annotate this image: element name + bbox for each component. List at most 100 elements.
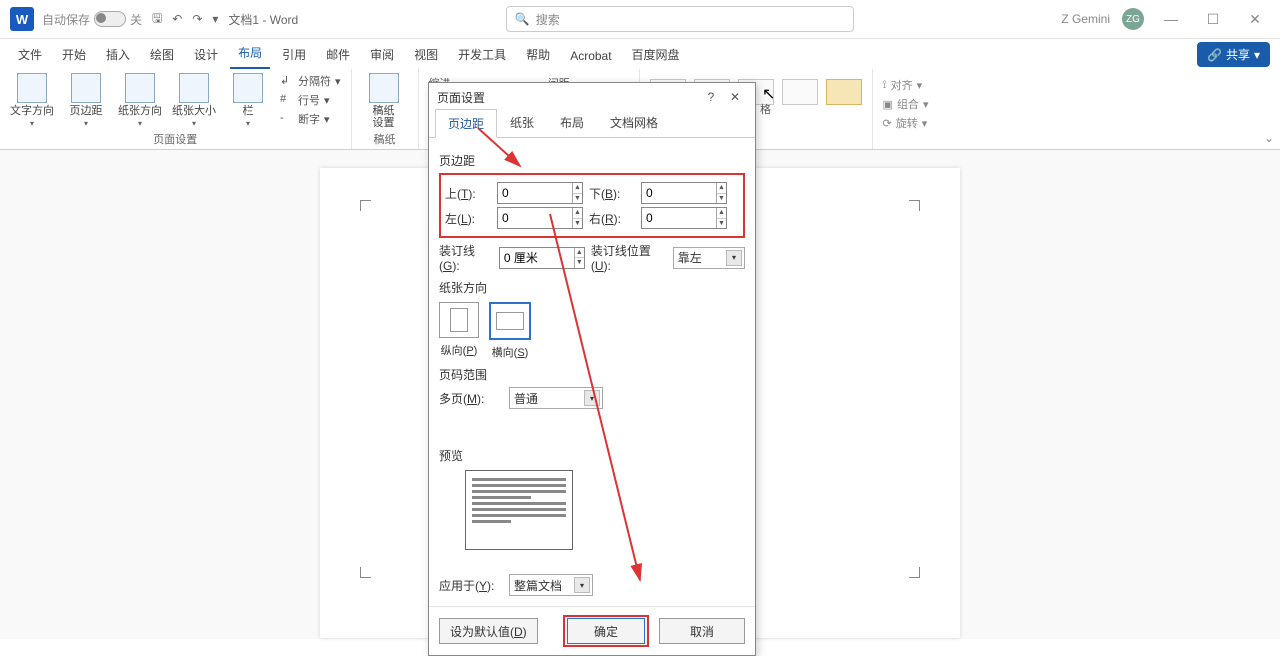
tab-mailings[interactable]: 邮件 (318, 40, 358, 69)
breaks-button[interactable]: ↲分隔符 ▾ (280, 73, 341, 89)
page-setup-group-label: 页面设置 (10, 131, 341, 147)
collapse-ribbon-icon[interactable]: ⌄ (1264, 131, 1274, 145)
orientation-button[interactable]: 纸张方向▾ (118, 73, 162, 128)
selection-pane-button[interactable] (826, 79, 862, 105)
dialog-footer: 设为默认值(D) 确定 取消 (429, 606, 755, 655)
group-objects-button[interactable]: ▣组合 ▾ (883, 96, 929, 112)
dialog-close-button[interactable]: ✕ (723, 90, 747, 104)
spinner-down-icon[interactable]: ▼ (717, 194, 726, 204)
gutter-value[interactable] (500, 248, 574, 268)
tab-insert[interactable]: 插入 (98, 40, 138, 69)
tab-design[interactable]: 设计 (186, 40, 226, 69)
tab-view[interactable]: 视图 (406, 40, 446, 69)
line-numbers-label: 行号 (298, 92, 320, 108)
cancel-button[interactable]: 取消 (659, 618, 745, 644)
group-objects-label: 组合 (897, 96, 919, 112)
title-bar: W 自动保存 关 🖫 ↶ ↷ ▾ 文档1 - Word 🔍 搜索 Z Gemin… (0, 0, 1280, 39)
chevron-down-icon: ▾ (324, 94, 330, 107)
spinner-up-icon[interactable]: ▲ (573, 208, 582, 219)
orientation-portrait-label: 纵向(P) (441, 342, 478, 358)
tab-home[interactable]: 开始 (54, 40, 94, 69)
chevron-down-icon: ▾ (324, 113, 330, 126)
user-avatar[interactable]: ZG (1122, 8, 1144, 30)
margin-top-value[interactable] (498, 183, 572, 203)
tab-review[interactable]: 审阅 (362, 40, 402, 69)
mouse-cursor-icon: ↖ (762, 84, 775, 104)
undo-icon[interactable]: ↶ (172, 12, 182, 26)
gutter-pos-label: 装订线位置(U): (591, 242, 667, 273)
dialog-help-button[interactable]: ? (699, 90, 723, 104)
spinner-down-icon[interactable]: ▼ (573, 194, 582, 204)
orientation-options: 纵向(P) 横向(S) (439, 302, 745, 360)
share-button[interactable]: 🔗 共享 ▾ (1197, 42, 1270, 67)
align-icon: ⟟ (883, 79, 887, 92)
line-numbers-button[interactable]: #行号 ▾ (280, 92, 341, 108)
margin-bottom-input[interactable]: ▲▼ (641, 182, 727, 204)
columns-button[interactable]: 栏▾ (226, 73, 270, 128)
chevron-down-icon[interactable]: ▾ (574, 577, 590, 593)
minimize-button[interactable]: — (1156, 11, 1186, 27)
maximize-button[interactable]: ☐ (1198, 11, 1228, 28)
spinner-down-icon[interactable]: ▼ (575, 258, 584, 268)
set-default-button[interactable]: 设为默认值(D) (439, 618, 538, 644)
margins-button[interactable]: 页边距▾ (64, 73, 108, 128)
tab-baidu[interactable]: 百度网盘 (624, 40, 688, 69)
orientation-label: 纸张方向 (118, 105, 162, 117)
dialog-tab-layout[interactable]: 布局 (547, 108, 597, 137)
apply-to-value: 整篇文档 (514, 577, 562, 594)
apply-to-select[interactable]: 整篇文档 ▾ (509, 574, 593, 596)
gutter-pos-select[interactable]: 靠左▾ (673, 247, 745, 269)
send-backward-button[interactable] (782, 79, 818, 105)
autosave-switch-icon[interactable] (94, 11, 126, 27)
margin-right-value[interactable] (642, 208, 716, 228)
share-label: 共享 (1226, 46, 1250, 63)
autosave-toggle[interactable]: 自动保存 关 (42, 11, 142, 28)
tab-developer[interactable]: 开发工具 (450, 40, 514, 69)
rotate-button[interactable]: ⟳旋转 ▾ (883, 115, 929, 131)
margin-right-input[interactable]: ▲▼ (641, 207, 727, 229)
save-icon[interactable]: 🖫 (152, 9, 162, 30)
multipage-select[interactable]: 普通▾ (509, 387, 603, 409)
dialog-tab-margins[interactable]: 页边距 (435, 109, 497, 138)
tab-file[interactable]: 文件 (10, 40, 50, 69)
group-arrange: ⟟对齐 ▾ ▣组合 ▾ ⟳旋转 ▾ (873, 69, 939, 149)
margin-bottom-value[interactable] (642, 183, 716, 203)
word-app-icon: W (10, 7, 34, 31)
tab-acrobat[interactable]: Acrobat (562, 43, 619, 69)
spinner-up-icon[interactable]: ▲ (575, 248, 584, 259)
margin-corner-icon (360, 567, 371, 578)
search-box[interactable]: 🔍 搜索 (506, 6, 854, 32)
manuscript-button[interactable]: 稿纸 设置 (362, 73, 406, 129)
size-button[interactable]: 纸张大小▾ (172, 73, 216, 128)
ok-button[interactable]: 确定 (567, 618, 645, 644)
spinner-down-icon[interactable]: ▼ (573, 219, 582, 229)
hyphenation-button[interactable]: -断字 ▾ (280, 111, 341, 127)
chevron-down-icon[interactable]: ▾ (584, 390, 600, 406)
margin-top-input[interactable]: ▲▼ (497, 182, 583, 204)
gutter-input[interactable]: ▲▼ (499, 247, 585, 269)
spinner-up-icon[interactable]: ▲ (717, 208, 726, 219)
margin-left-input[interactable]: ▲▼ (497, 207, 583, 229)
orientation-portrait[interactable]: 纵向(P) (439, 302, 479, 360)
chevron-down-icon[interactable]: ▾ (726, 250, 742, 266)
margin-left-value[interactable] (498, 208, 572, 228)
align-button[interactable]: ⟟对齐 ▾ (883, 77, 929, 93)
spinner-up-icon[interactable]: ▲ (573, 183, 582, 194)
margins-icon (71, 73, 101, 103)
tab-layout[interactable]: 布局 (230, 38, 270, 69)
spinner-down-icon[interactable]: ▼ (717, 219, 726, 229)
dialog-tab-paper[interactable]: 纸张 (497, 108, 547, 137)
redo-icon[interactable]: ↷ (192, 12, 202, 26)
tab-references[interactable]: 引用 (274, 40, 314, 69)
dialog-tab-grid[interactable]: 文档网格 (597, 108, 671, 137)
qat-more-icon[interactable]: ▾ (212, 12, 218, 26)
spinner-up-icon[interactable]: ▲ (717, 183, 726, 194)
margin-corner-icon (909, 567, 920, 578)
text-direction-button[interactable]: 文字方向▾ (10, 73, 54, 128)
close-button[interactable]: ✕ (1240, 11, 1270, 28)
tab-help[interactable]: 帮助 (518, 40, 558, 69)
autosave-state: 关 (130, 11, 142, 28)
tab-draw[interactable]: 绘图 (142, 40, 182, 69)
orientation-landscape[interactable]: 横向(S) (489, 302, 531, 360)
ok-button-highlight: 确定 (563, 615, 649, 647)
